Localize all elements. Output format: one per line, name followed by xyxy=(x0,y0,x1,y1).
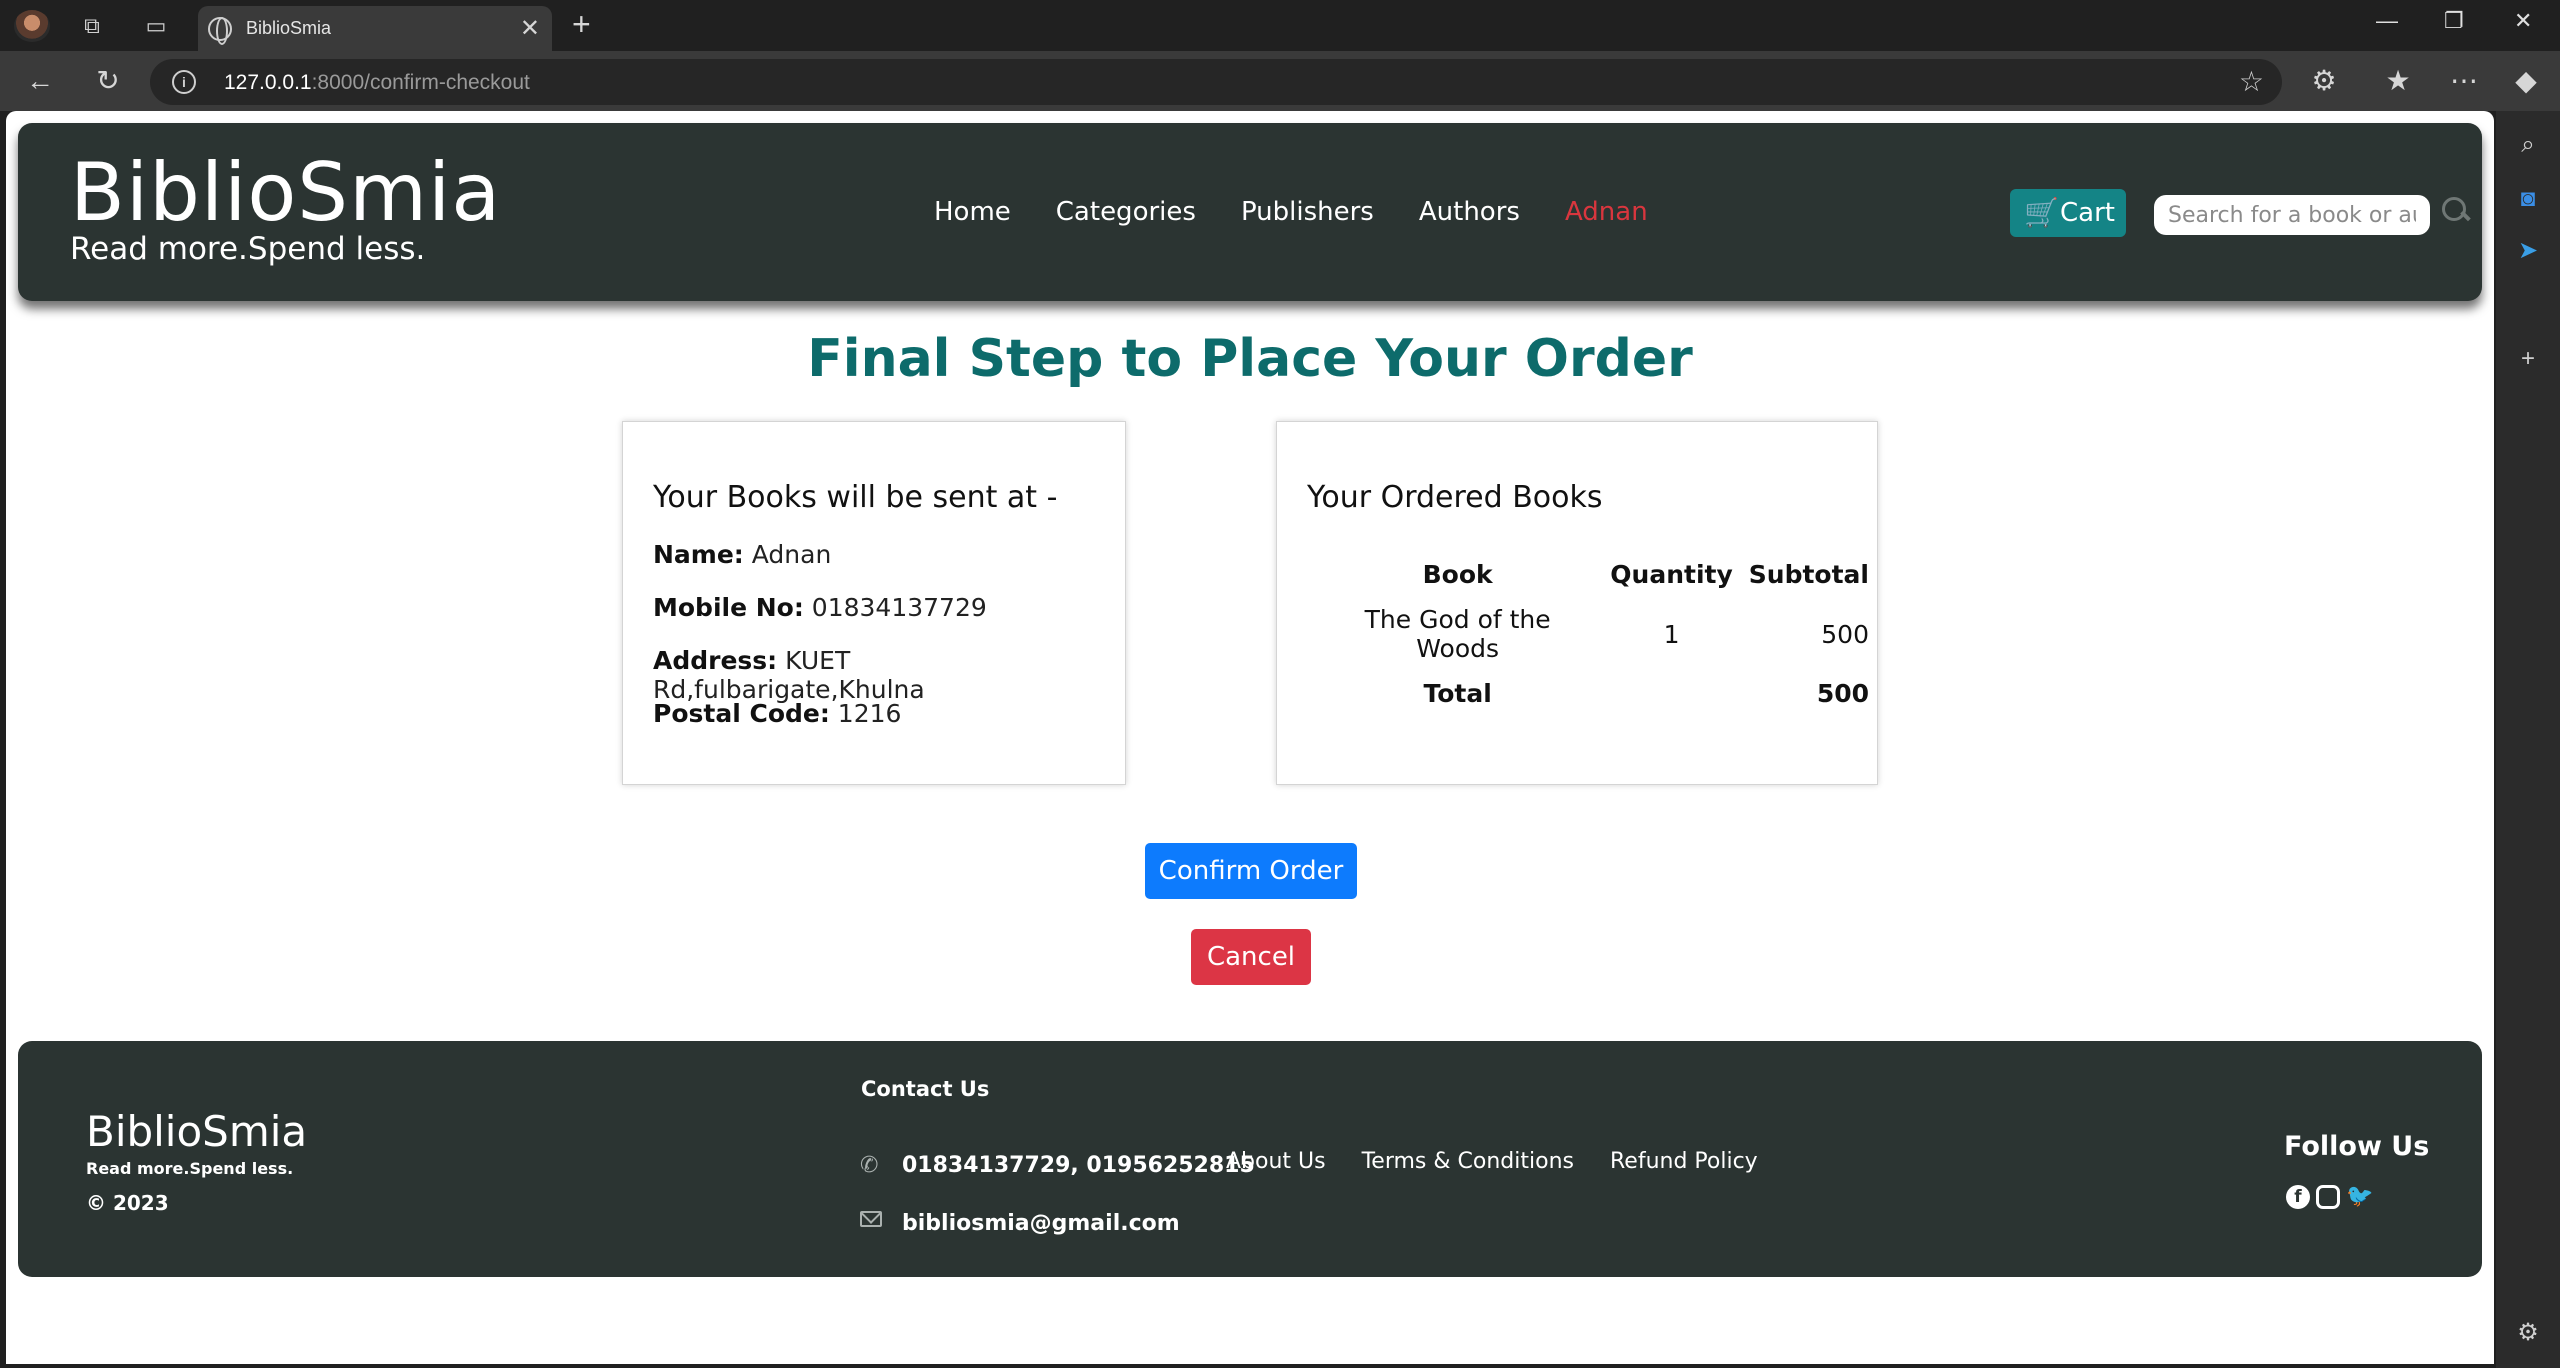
restore-icon[interactable]: ❐ xyxy=(2444,8,2464,34)
browser-tab-strip: ⧉ ▭ BiblioSmia ✕ + — ❐ ✕ xyxy=(0,0,2560,51)
tab-title: BiblioSmia xyxy=(246,18,332,38)
nav-home[interactable]: Home xyxy=(934,197,1011,227)
column-header-book: Book xyxy=(1422,560,1493,589)
main-nav: Home Categories Publishers Authors Adnan xyxy=(934,197,1648,227)
tab-actions-icon[interactable]: ▭ xyxy=(140,10,172,42)
footer-link-refund-policy[interactable]: Refund Policy xyxy=(1610,1149,1758,1174)
contact-heading: Contact Us xyxy=(861,1077,990,1101)
footer-links: About Us Terms & Conditions Refund Polic… xyxy=(1226,1149,1758,1174)
social-links: f 🐦 xyxy=(2286,1185,2373,1209)
footer-brand: BiblioSmia xyxy=(86,1107,308,1156)
url-text: 127.0.0.1:8000/confirm-checkout xyxy=(224,71,530,94)
confirm-order-button[interactable]: Confirm Order xyxy=(1145,843,1357,899)
extensions-icon[interactable]: ⚙ xyxy=(2306,65,2342,97)
nav-user-account[interactable]: Adnan xyxy=(1565,197,1648,227)
search-icon[interactable] xyxy=(2442,197,2472,227)
table-header-row: Book Quantity Subtotal xyxy=(1313,556,1877,599)
total-row: Total 500 xyxy=(1313,673,1877,718)
contact-phones: 01834137729, 01956252815 xyxy=(902,1153,1255,1178)
browser-sidebar: ⌕ ◙ ➤ + ⚙ xyxy=(2496,111,2560,1368)
facebook-icon[interactable]: f xyxy=(2286,1185,2310,1209)
shipping-postal-code: Postal Code: 1216 xyxy=(653,699,902,728)
add-sidebar-app-icon[interactable]: + xyxy=(2512,343,2544,375)
sidebar-settings-icon[interactable]: ⚙ xyxy=(2512,1317,2544,1349)
cart-icon: 🛒 xyxy=(2024,196,2059,229)
instagram-icon[interactable] xyxy=(2316,1185,2340,1209)
total-empty-cell xyxy=(1602,673,1741,718)
page-viewport: BiblioSmia Read more.Spend less. Home Ca… xyxy=(6,111,2494,1364)
site-tagline: Read more.Spend less. xyxy=(70,231,426,267)
total-label: Total xyxy=(1423,679,1492,708)
close-tab-icon[interactable]: ✕ xyxy=(520,14,540,43)
copilot-icon[interactable]: ◆ xyxy=(2508,65,2544,97)
shipping-heading: Your Books will be sent at - xyxy=(653,480,1058,515)
footer-copyright: © 2023 xyxy=(86,1191,169,1215)
nav-authors[interactable]: Authors xyxy=(1419,197,1520,227)
back-icon[interactable]: ← xyxy=(22,65,58,97)
page-title: Final Step to Place Your Order xyxy=(807,329,1693,389)
nav-categories[interactable]: Categories xyxy=(1056,197,1196,227)
workspaces-icon[interactable]: ⧉ xyxy=(76,10,108,42)
search-sidebar-icon[interactable]: ⌕ xyxy=(2512,129,2544,161)
close-window-icon[interactable]: ✕ xyxy=(2514,8,2532,34)
phone-icon: ✆ xyxy=(860,1153,879,1178)
shipping-address: Address: KUET Rd,fulbarigate,Khulna xyxy=(653,646,925,704)
browser-toolbar: ← ↻ i 127.0.0.1:8000/confirm-checkout ☆ … xyxy=(0,51,2560,111)
address-bar[interactable]: i 127.0.0.1:8000/confirm-checkout ☆ xyxy=(150,59,2282,105)
browser-tab[interactable]: BiblioSmia ✕ xyxy=(198,6,552,51)
column-header-subtotal: Subtotal xyxy=(1748,560,1869,589)
search-input[interactable] xyxy=(2154,195,2430,235)
quantity-cell: 1 xyxy=(1663,619,1680,649)
footer-link-about-us[interactable]: About Us xyxy=(1226,1149,1326,1174)
favorites-icon[interactable]: ★ xyxy=(2380,65,2416,97)
nav-publishers[interactable]: Publishers xyxy=(1241,197,1374,227)
mail-icon xyxy=(860,1211,882,1227)
send-icon[interactable]: ➤ xyxy=(2512,235,2544,267)
site-footer: BiblioSmia Read more.Spend less. © 2023 … xyxy=(18,1041,2482,1277)
shipping-mobile: Mobile No: 01834137729 xyxy=(653,593,987,622)
refresh-icon[interactable]: ↻ xyxy=(90,65,126,97)
more-menu-icon[interactable]: ⋯ xyxy=(2446,65,2482,97)
table-row: The God of the Woods 1 500 xyxy=(1313,599,1877,673)
contact-email[interactable]: bibliosmia@gmail.com xyxy=(902,1211,1180,1236)
ordered-books-card: Your Ordered Books Book Quantity Subtota… xyxy=(1276,421,1878,785)
new-tab-icon[interactable]: + xyxy=(572,8,591,40)
subtotal-cell: 500 xyxy=(1821,619,1869,649)
footer-tagline: Read more.Spend less. xyxy=(86,1159,294,1178)
shipping-card: Your Books will be sent at - Name: Adnan… xyxy=(622,421,1126,785)
ordered-books-table: Book Quantity Subtotal The God of the Wo… xyxy=(1313,556,1877,718)
cart-button[interactable]: 🛒 Cart xyxy=(2010,189,2126,237)
cancel-button[interactable]: Cancel xyxy=(1191,929,1311,985)
globe-icon xyxy=(208,17,232,45)
footer-link-terms[interactable]: Terms & Conditions xyxy=(1362,1149,1574,1174)
site-header: BiblioSmia Read more.Spend less. Home Ca… xyxy=(18,123,2482,301)
minimize-icon[interactable]: — xyxy=(2376,8,2398,34)
shipping-name: Name: Adnan xyxy=(653,540,832,569)
column-header-quantity: Quantity xyxy=(1610,560,1733,589)
cart-label: Cart xyxy=(2060,198,2115,228)
twitter-icon[interactable]: 🐦 xyxy=(2346,1185,2373,1209)
total-value: 500 xyxy=(1816,679,1869,708)
favorite-star-icon[interactable]: ☆ xyxy=(2239,65,2264,98)
book-title-cell: The God of the Woods xyxy=(1364,605,1551,663)
follow-heading: Follow Us xyxy=(2284,1131,2430,1162)
profile-avatar[interactable] xyxy=(14,10,50,42)
site-info-icon[interactable]: i xyxy=(172,70,196,94)
outlook-icon[interactable]: ◙ xyxy=(2512,183,2544,215)
site-brand[interactable]: BiblioSmia xyxy=(70,151,501,235)
ordered-books-heading: Your Ordered Books xyxy=(1307,480,1603,515)
